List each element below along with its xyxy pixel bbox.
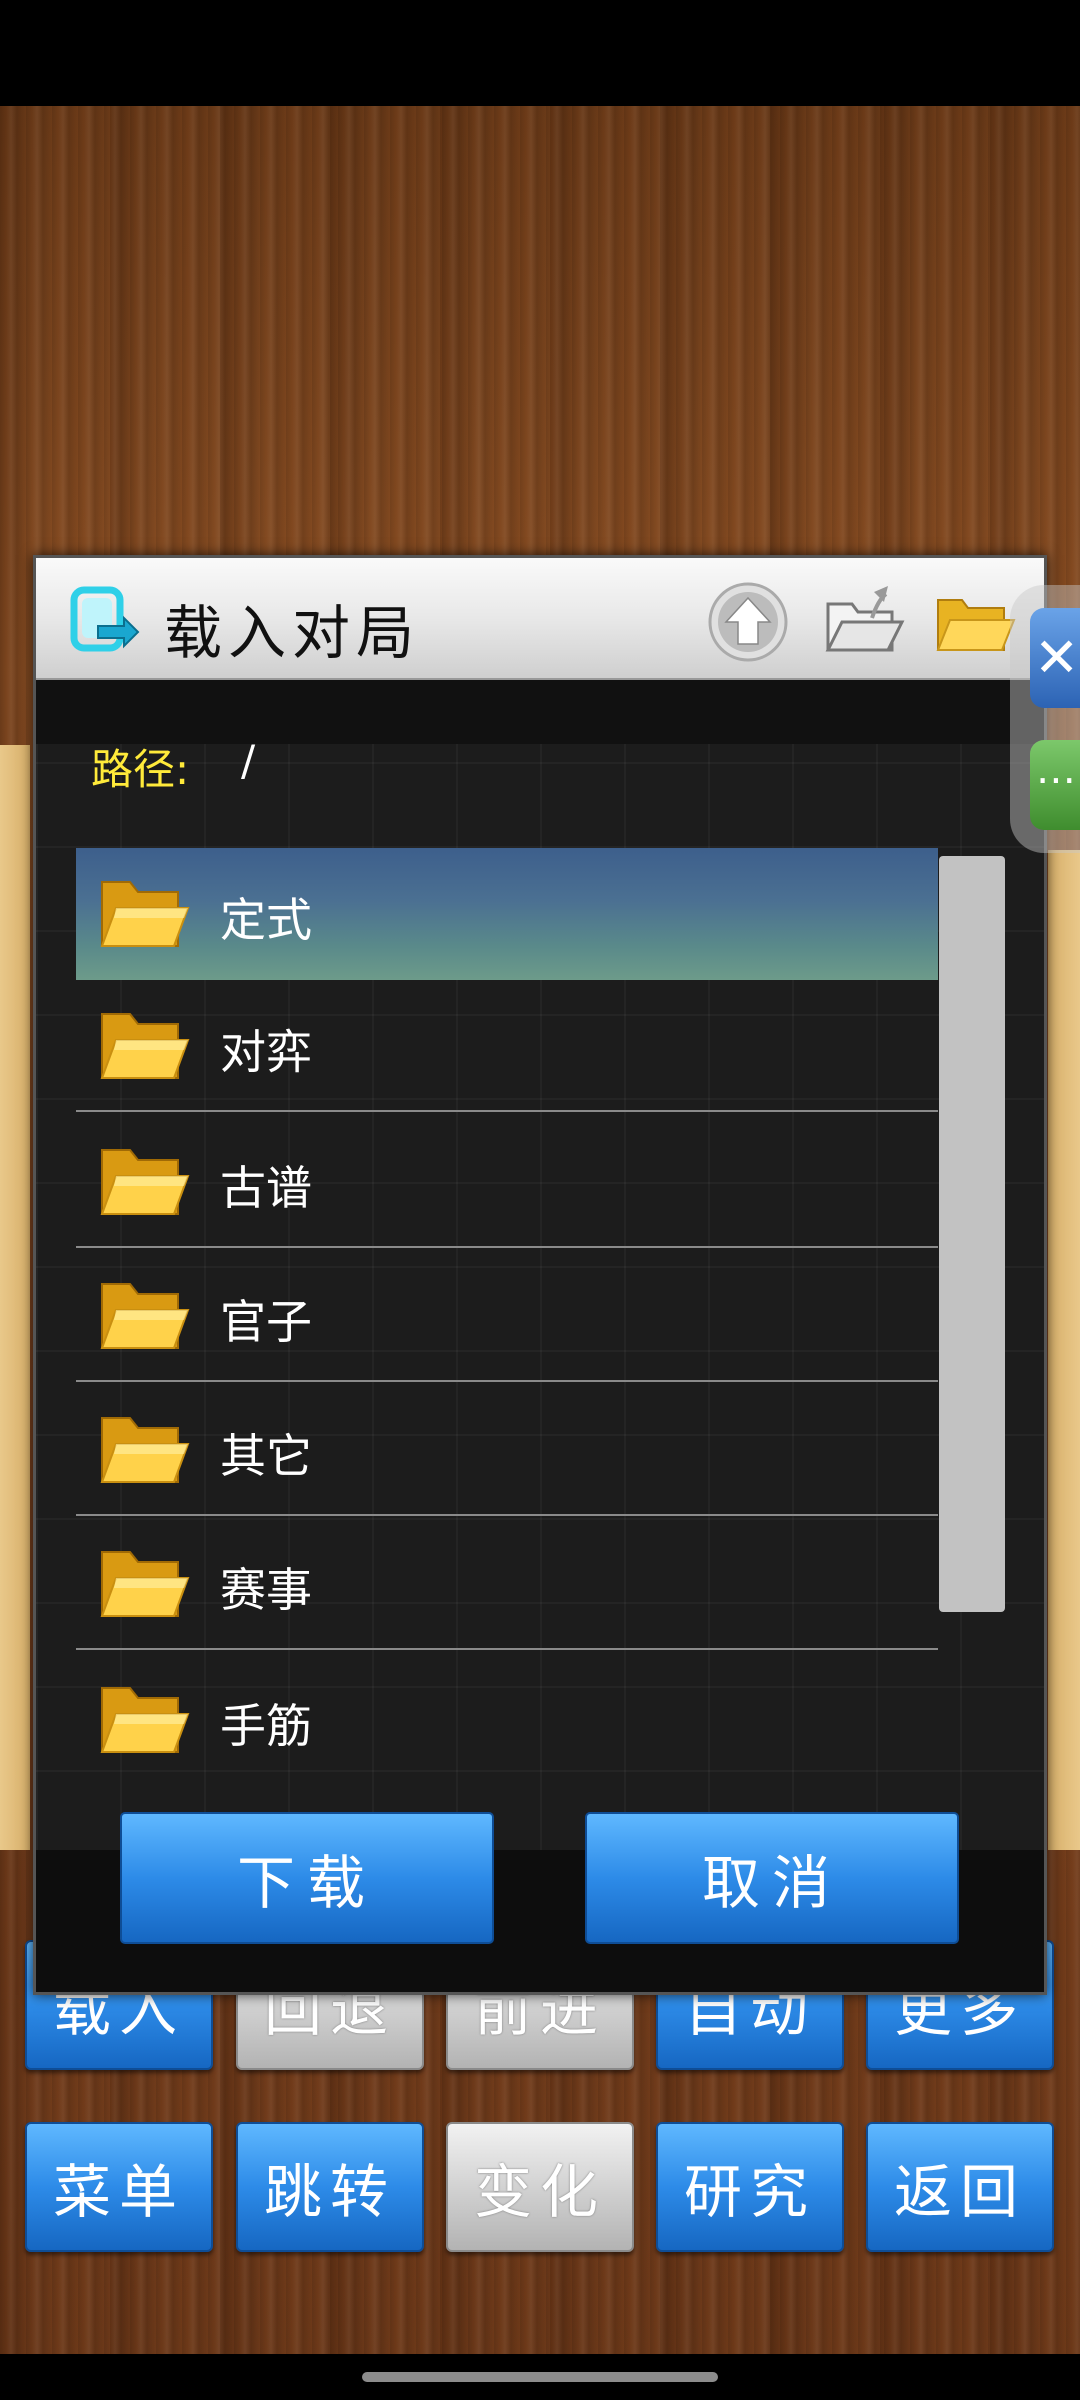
status-bar: [0, 0, 1080, 106]
folder-label: 赛事: [220, 1563, 312, 1617]
folder-label: 其它: [220, 1429, 312, 1483]
study-button[interactable]: 研究: [656, 2122, 844, 2252]
path-label: 路径:: [91, 745, 190, 794]
folder-icon: [100, 1687, 190, 1753]
folder-label: 官子: [220, 1295, 312, 1349]
download-button[interactable]: 下载: [120, 1812, 494, 1944]
variation-button[interactable]: 变化: [446, 2122, 634, 2252]
home-indicator[interactable]: [362, 2372, 718, 2382]
list-scrollbar[interactable]: [939, 856, 1005, 1612]
folder-item-ancient[interactable]: 古谱: [76, 1116, 938, 1248]
dialog-title: 载入对局: [164, 599, 421, 667]
jump-button[interactable]: 跳转: [236, 2122, 424, 2252]
folder-label: 定式: [220, 893, 312, 947]
board-edge-left: [0, 745, 30, 1850]
folder-icon: [100, 1013, 190, 1079]
folder-label: 古谱: [220, 1161, 312, 1215]
open-folder-icon[interactable]: [822, 580, 906, 664]
folder-item-other[interactable]: 其它: [76, 1384, 938, 1516]
path-value: /: [241, 736, 256, 785]
folder-label: 对弈: [220, 1025, 312, 1079]
close-icon[interactable]: ✕: [1030, 608, 1080, 708]
more-icon[interactable]: ⋯: [1030, 740, 1080, 830]
board-edge-right: [1048, 850, 1080, 1850]
folder-item-endgame[interactable]: 官子: [76, 1250, 938, 1382]
load-game-dialog: 载入对局 路径: / 定式 对弈 古谱 官子 其它 赛事 手筋 下载 取消: [33, 555, 1047, 1995]
folder-item-tesuji[interactable]: 手筋: [76, 1654, 938, 1786]
folder-label: 手筋: [220, 1699, 312, 1753]
load-file-icon: [70, 586, 140, 652]
dialog-header: 载入对局: [36, 558, 1044, 680]
menu-button[interactable]: 菜单: [25, 2122, 213, 2252]
folder-icon[interactable]: [932, 580, 1016, 664]
path-band: [36, 680, 1044, 744]
up-arrow-icon[interactable]: [706, 580, 790, 664]
folder-icon: [100, 881, 190, 947]
folder-icon: [100, 1417, 190, 1483]
folder-item-tournament[interactable]: 赛事: [76, 1518, 938, 1650]
folder-item-game[interactable]: 对弈: [76, 980, 938, 1112]
folder-item-joseki[interactable]: 定式: [76, 848, 938, 980]
cancel-button[interactable]: 取消: [585, 1812, 959, 1944]
folder-icon: [100, 1149, 190, 1215]
folder-icon: [100, 1283, 190, 1349]
folder-icon: [100, 1551, 190, 1617]
back-button[interactable]: 返回: [866, 2122, 1054, 2252]
